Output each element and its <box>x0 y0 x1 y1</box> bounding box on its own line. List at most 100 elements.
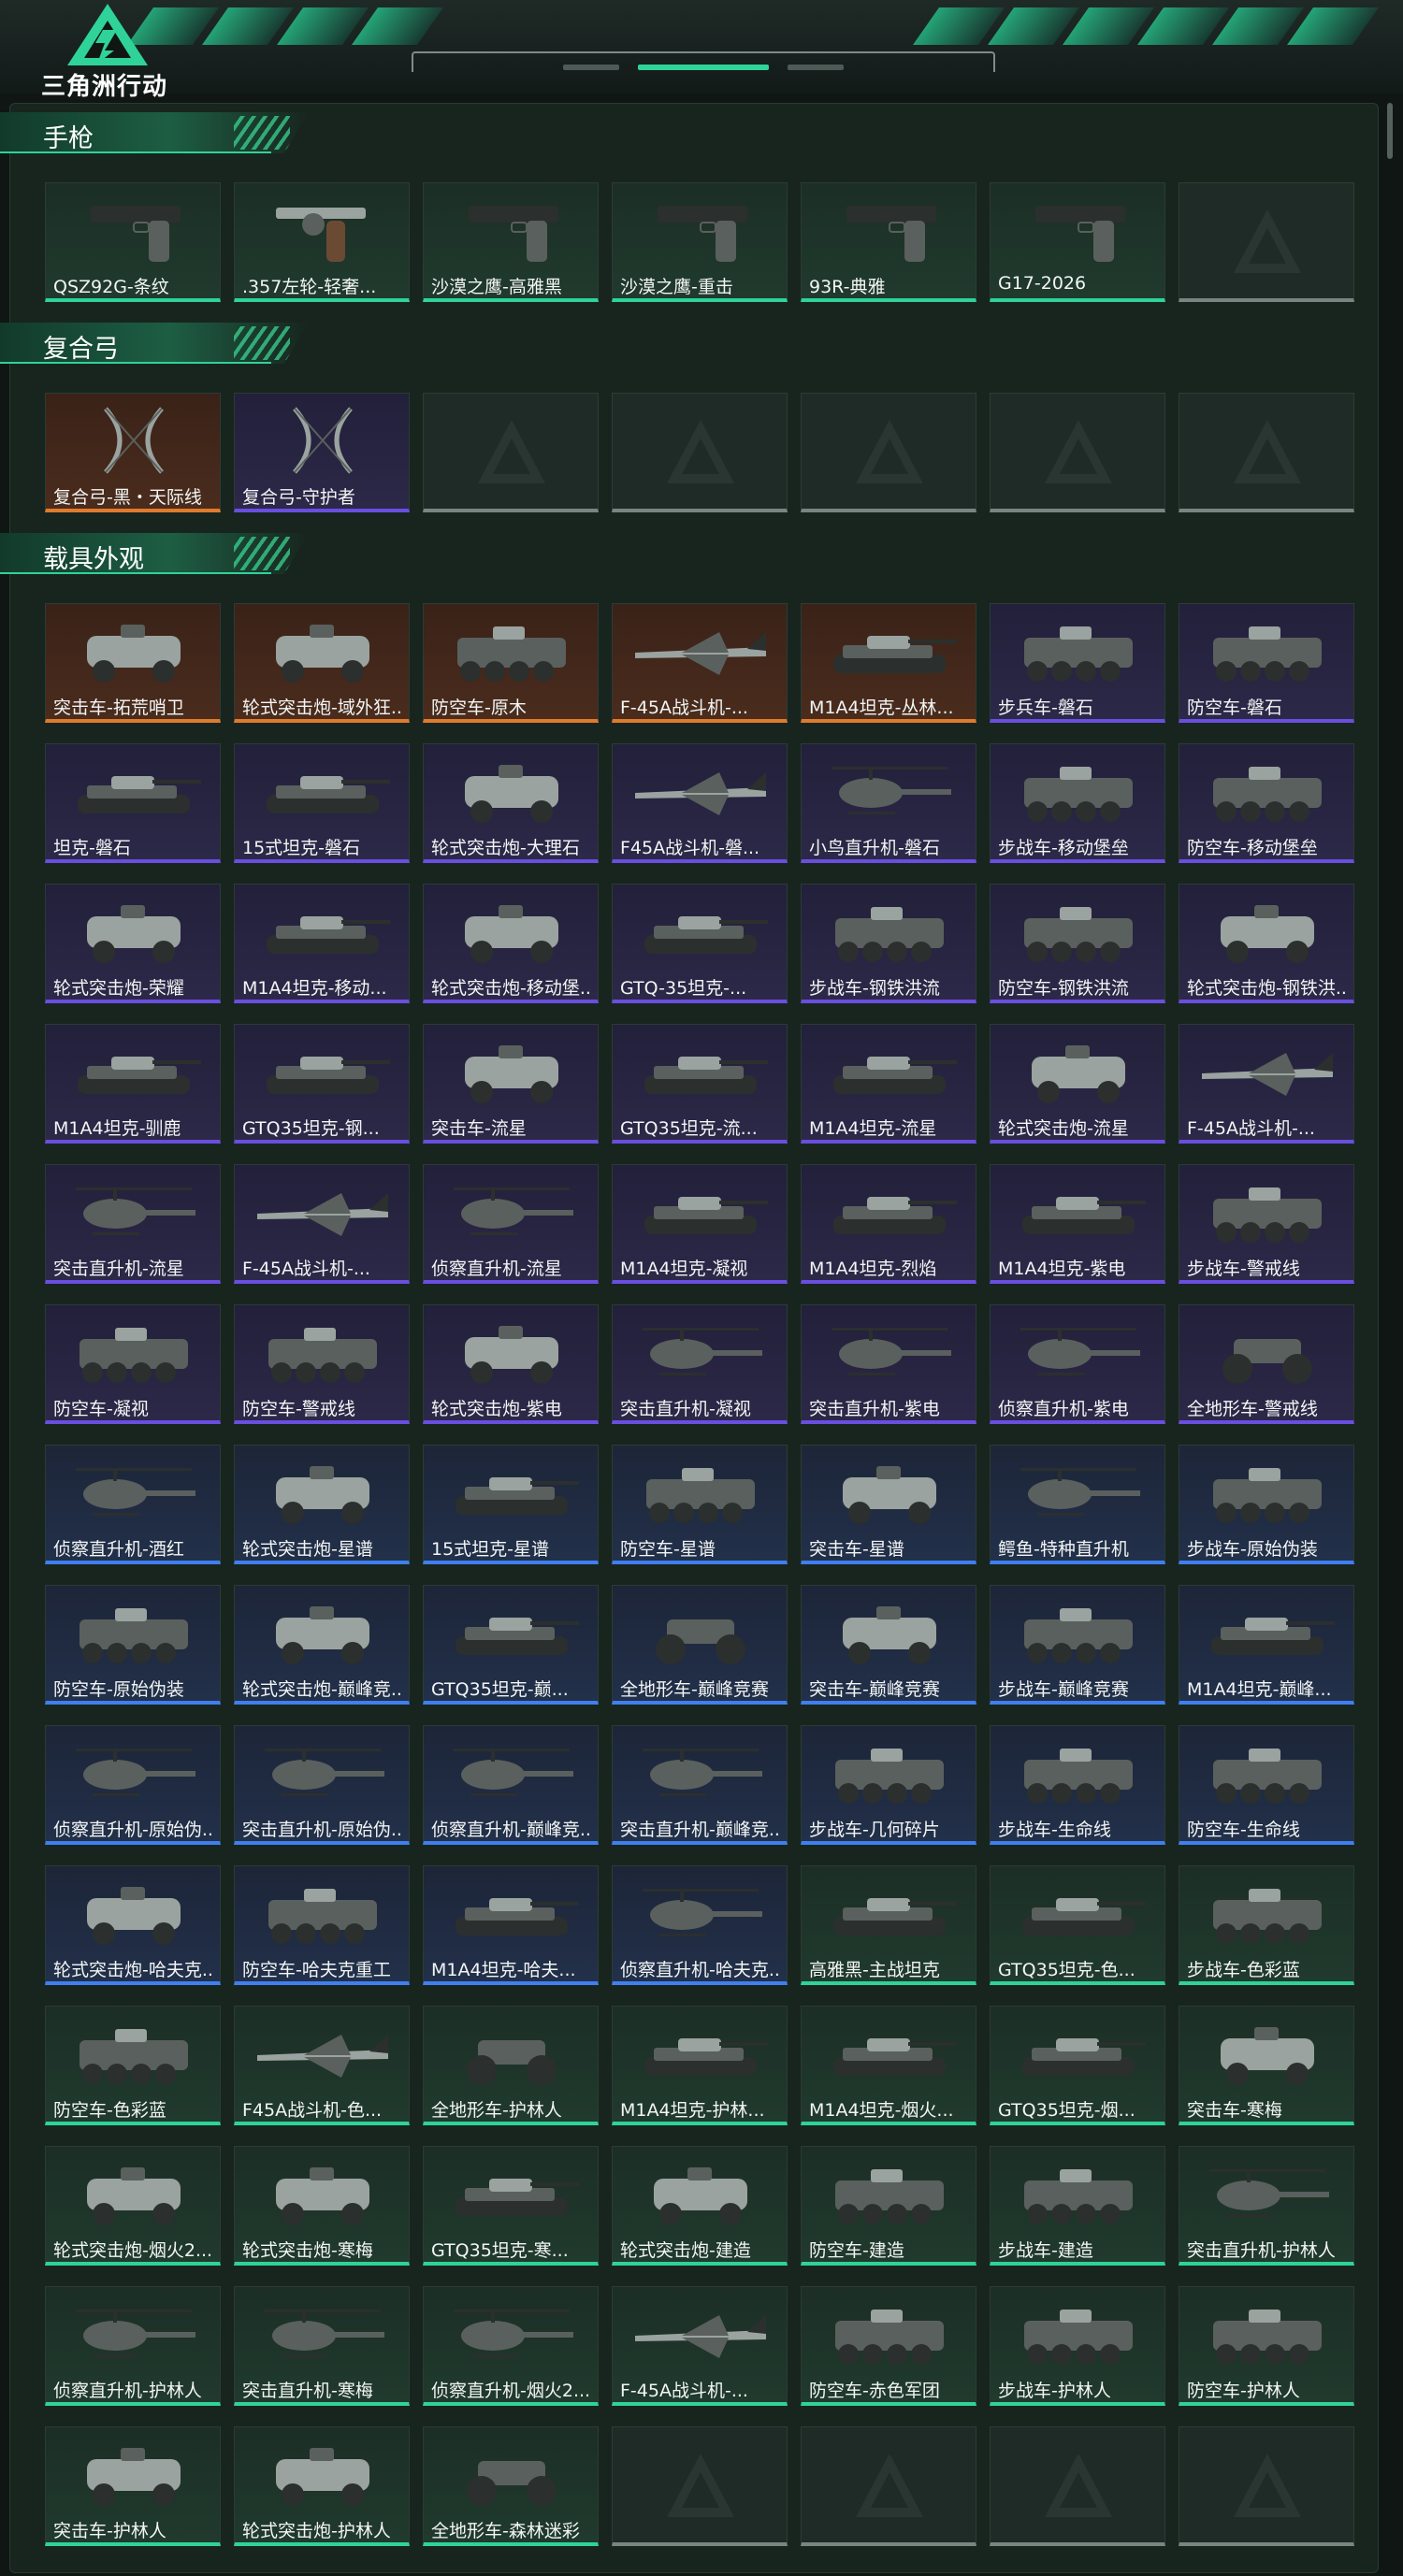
item-tile[interactable]: 轮式突击炮-烟火2... <box>45 2146 221 2266</box>
item-tile[interactable]: 坦克-磐石 <box>45 743 221 863</box>
item-tile[interactable]: 防空车-原始伪装 <box>45 1585 221 1705</box>
item-tile[interactable]: F45A战斗机-磐... <box>612 743 788 863</box>
item-tile[interactable]: 轮式突击炮-星谱 <box>234 1445 410 1564</box>
item-tile[interactable]: 轮式突击炮-建造 <box>612 2146 788 2266</box>
item-tile[interactable]: 防空车-凝视 <box>45 1304 221 1424</box>
item-tile[interactable]: 防空车-建造 <box>801 2146 976 2266</box>
item-tile[interactable]: 突击车-护林人 <box>45 2426 221 2546</box>
item-tile[interactable]: 全地形车-护林人 <box>423 2006 599 2125</box>
item-tile[interactable]: 轮式突击炮-荣耀 <box>45 884 221 1003</box>
item-tile[interactable]: 轮式突击炮-紫电 <box>423 1304 599 1424</box>
item-tile[interactable]: QSZ92G-条纹 <box>45 182 221 302</box>
item-tile[interactable]: M1A4坦克-哈夫... <box>423 1865 599 1985</box>
item-tile[interactable]: 突击直升机-寒梅 <box>234 2286 410 2406</box>
item-tile[interactable]: 步战车-移动堡垒 <box>990 743 1165 863</box>
item-tile[interactable]: F-45A战斗机-... <box>612 2286 788 2406</box>
item-tile[interactable]: M1A4坦克-移动... <box>234 884 410 1003</box>
item-tile[interactable]: 突击直升机-凝视 <box>612 1304 788 1424</box>
item-tile[interactable]: 步战车-生命线 <box>990 1725 1165 1845</box>
item-tile[interactable]: 步战车-巅峰竞赛 <box>990 1585 1165 1705</box>
item-tile[interactable]: 步战车-钢铁洪流 <box>801 884 976 1003</box>
item-tile[interactable]: 全地形车-森林迷彩 <box>423 2426 599 2546</box>
item-tile[interactable]: GTQ35坦克-流... <box>612 1024 788 1144</box>
item-tile[interactable]: M1A4坦克-烈焰 <box>801 1164 976 1284</box>
item-tile[interactable]: 全地形车-巅峰竞赛 <box>612 1585 788 1705</box>
item-tile[interactable]: F45A战斗机-色... <box>234 2006 410 2125</box>
item-tile[interactable]: M1A4坦克-流星 <box>801 1024 976 1144</box>
item-tile[interactable]: 侦察直升机-酒红 <box>45 1445 221 1564</box>
item-tile[interactable]: 沙漠之鹰-重击 <box>612 182 788 302</box>
item-tile[interactable]: 突击车-寒梅 <box>1179 2006 1354 2125</box>
item-tile[interactable]: M1A4坦克-丛林... <box>801 603 976 723</box>
item-tile[interactable]: F-45A战斗机-... <box>1179 1024 1354 1144</box>
item-tile[interactable]: 轮式突击炮-域外狂... <box>234 603 410 723</box>
item-tile[interactable]: M1A4坦克-凝视 <box>612 1164 788 1284</box>
item-tile[interactable]: F-45A战斗机-... <box>234 1164 410 1284</box>
item-tile[interactable]: 侦察直升机-护林人 <box>45 2286 221 2406</box>
item-tile[interactable]: 小鸟直升机-磐石 <box>801 743 976 863</box>
item-tile[interactable]: GTQ-35坦克-... <box>612 884 788 1003</box>
item-tile[interactable]: 高雅黑-主战坦克 <box>801 1865 976 1985</box>
item-tile[interactable]: 侦察直升机-哈夫克... <box>612 1865 788 1985</box>
item-tile[interactable]: 突击直升机-流星 <box>45 1164 221 1284</box>
item-tile[interactable]: GTQ35坦克-钢... <box>234 1024 410 1144</box>
item-tile[interactable]: 轮式突击炮-哈夫克... <box>45 1865 221 1985</box>
item-tile[interactable]: 防空车-磐石 <box>1179 603 1354 723</box>
item-tile[interactable]: 步战车-几何碎片 <box>801 1725 976 1845</box>
item-tile[interactable]: 侦察直升机-烟火2... <box>423 2286 599 2406</box>
item-tile[interactable]: GTQ35坦克-寒... <box>423 2146 599 2266</box>
item-tile[interactable]: 15式坦克-磐石 <box>234 743 410 863</box>
item-tile[interactable]: 突击车-流星 <box>423 1024 599 1144</box>
item-tile[interactable]: 轮式突击炮-巅峰竞... <box>234 1585 410 1705</box>
item-tile[interactable]: 鳄鱼-特种直升机 <box>990 1445 1165 1564</box>
item-tile[interactable]: 轮式突击炮-寒梅 <box>234 2146 410 2266</box>
item-tile[interactable]: 防空车-色彩蓝 <box>45 2006 221 2125</box>
scrollbar[interactable] <box>1387 103 1393 159</box>
item-tile[interactable]: 轮式突击炮-护林人 <box>234 2426 410 2546</box>
item-tile[interactable]: 突击车-星谱 <box>801 1445 976 1564</box>
item-tile[interactable]: F-45A战斗机-... <box>612 603 788 723</box>
item-tile[interactable]: 轮式突击炮-移动堡... <box>423 884 599 1003</box>
item-tile[interactable]: 步战车-护林人 <box>990 2286 1165 2406</box>
item-tile[interactable]: 突击直升机-护林人 <box>1179 2146 1354 2266</box>
item-tile[interactable]: 沙漠之鹰-高雅黑 <box>423 182 599 302</box>
item-tile[interactable]: 突击车-巅峰竞赛 <box>801 1585 976 1705</box>
item-tile[interactable]: 防空车-警戒线 <box>234 1304 410 1424</box>
item-tile[interactable]: 步战车-色彩蓝 <box>1179 1865 1354 1985</box>
item-tile[interactable]: 侦察直升机-巅峰竞... <box>423 1725 599 1845</box>
item-tile[interactable]: 防空车-生命线 <box>1179 1725 1354 1845</box>
item-tile[interactable]: 突击直升机-巅峰竞... <box>612 1725 788 1845</box>
item-tile[interactable]: .357左轮-轻奢... <box>234 182 410 302</box>
item-tile[interactable]: 防空车-赤色军团 <box>801 2286 976 2406</box>
item-tile[interactable]: 步战车-建造 <box>990 2146 1165 2266</box>
item-tile[interactable]: 轮式突击炮-钢铁洪... <box>1179 884 1354 1003</box>
item-tile[interactable]: 步战车-警戒线 <box>1179 1164 1354 1284</box>
item-tile[interactable]: 全地形车-警戒线 <box>1179 1304 1354 1424</box>
item-tile[interactable]: GTQ35坦克-色... <box>990 1865 1165 1985</box>
item-tile[interactable]: M1A4坦克-紫电 <box>990 1164 1165 1284</box>
item-tile[interactable]: 轮式突击炮-大理石 <box>423 743 599 863</box>
item-tile[interactable]: 轮式突击炮-流星 <box>990 1024 1165 1144</box>
item-tile[interactable]: GTQ35坦克-烟... <box>990 2006 1165 2125</box>
item-tile[interactable]: 侦察直升机-原始伪... <box>45 1725 221 1845</box>
item-tile[interactable]: 防空车-移动堡垒 <box>1179 743 1354 863</box>
item-tile[interactable]: 侦察直升机-紫电 <box>990 1304 1165 1424</box>
item-tile[interactable]: 防空车-护林人 <box>1179 2286 1354 2406</box>
item-tile[interactable]: M1A4坦克-护林... <box>612 2006 788 2125</box>
item-tile[interactable]: 防空车-哈夫克重工 <box>234 1865 410 1985</box>
item-tile[interactable]: 防空车-星谱 <box>612 1445 788 1564</box>
item-tile[interactable]: M1A4坦克-驯鹿 <box>45 1024 221 1144</box>
item-tile[interactable]: G17-2026 <box>990 182 1165 302</box>
item-tile[interactable]: 15式坦克-星谱 <box>423 1445 599 1564</box>
item-tile[interactable]: 步兵车-磐石 <box>990 603 1165 723</box>
item-tile[interactable]: M1A4坦克-烟火... <box>801 2006 976 2125</box>
item-tile[interactable]: 防空车-钢铁洪流 <box>990 884 1165 1003</box>
item-tile[interactable]: M1A4坦克-巅峰... <box>1179 1585 1354 1705</box>
item-tile[interactable]: 步战车-原始伪装 <box>1179 1445 1354 1564</box>
item-tile[interactable]: GTQ35坦克-巅... <box>423 1585 599 1705</box>
item-tile[interactable]: 侦察直升机-流星 <box>423 1164 599 1284</box>
item-tile[interactable]: 突击直升机-紫电 <box>801 1304 976 1424</box>
item-tile[interactable]: 复合弓-黑・天际线 <box>45 393 221 512</box>
item-tile[interactable]: 突击车-拓荒哨卫 <box>45 603 221 723</box>
item-tile[interactable]: 复合弓-守护者 <box>234 393 410 512</box>
